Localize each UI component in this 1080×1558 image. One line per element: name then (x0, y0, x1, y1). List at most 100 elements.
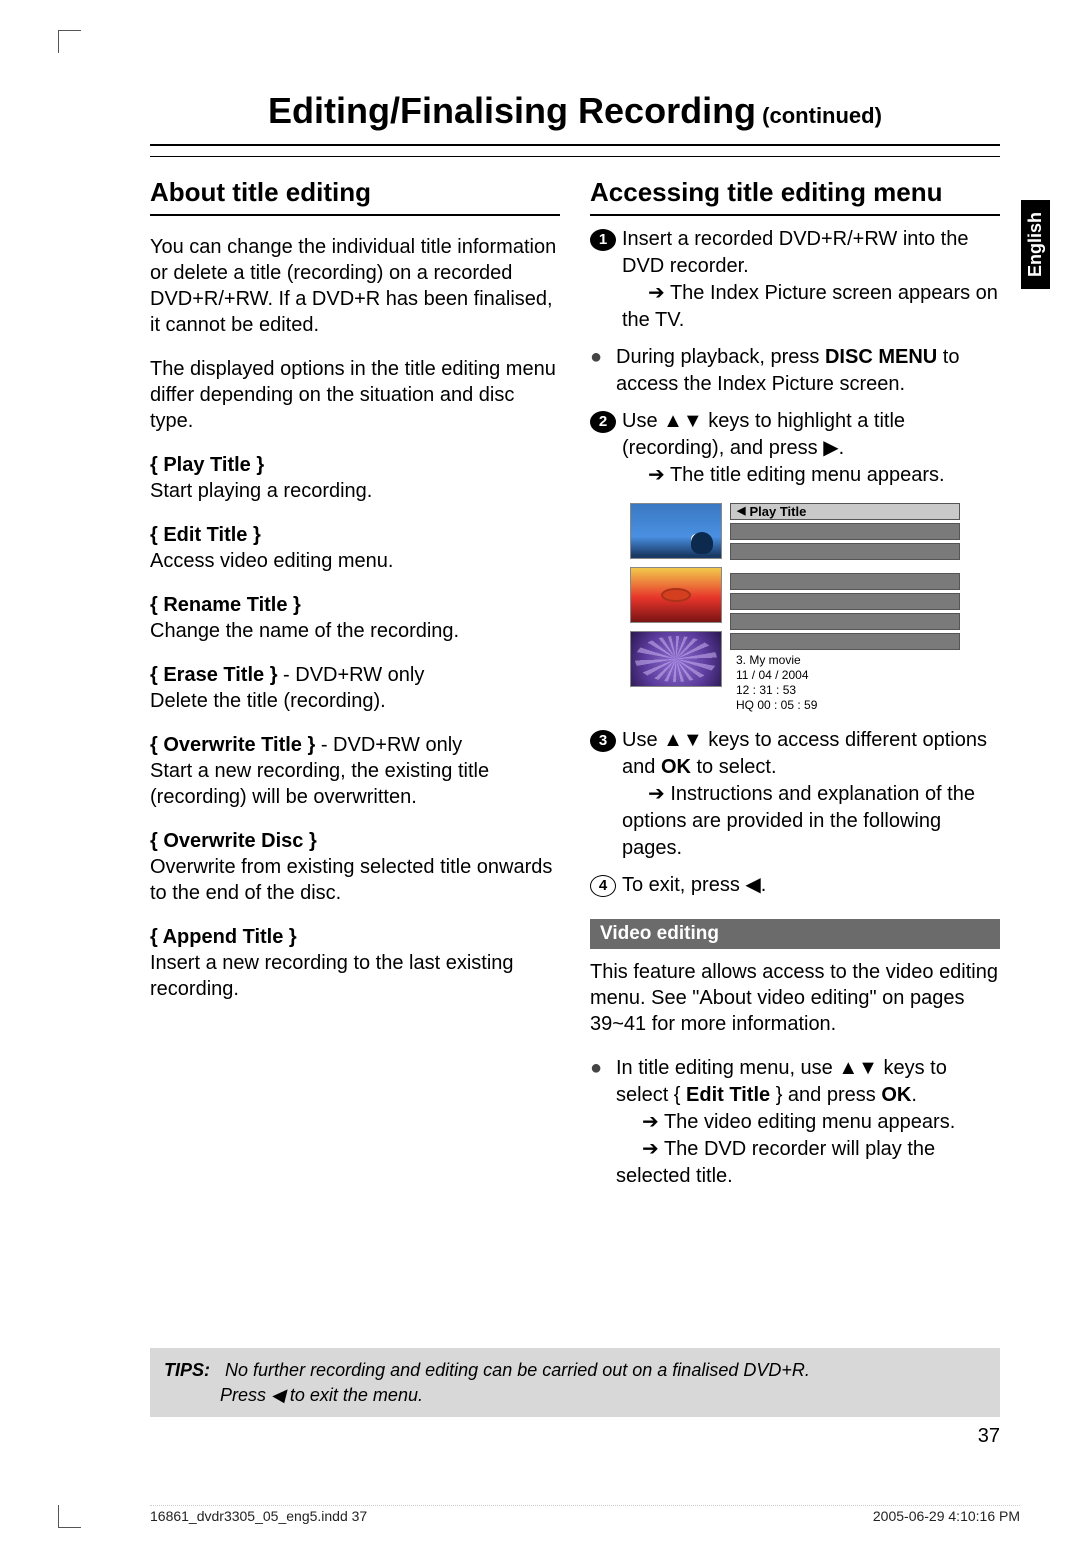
option-append-title-desc: Insert a new recording to the last exist… (150, 952, 514, 1000)
step-3-badge: 3 (590, 730, 616, 752)
about-para-2: The displayed options in the title editi… (150, 356, 560, 434)
ve-result-2: ➔ The DVD recorder will play the selecte… (616, 1138, 935, 1187)
option-erase-title-label: { Erase Title } (150, 664, 277, 686)
thumbnail-2 (630, 567, 722, 623)
option-play-title-label: { Play Title } (150, 454, 264, 476)
step-1-result-text: The Index Picture screen appears on the … (622, 282, 998, 331)
page-title-continued: (continued) (756, 103, 882, 128)
title-menu-diagram: ◀ Play Title 3. My movie 11 / 04 / 2004 … (630, 503, 960, 713)
column-right: Accessing title editing menu 1 Insert a … (590, 157, 1000, 1198)
step-3-result: ➔ Instructions and explanation of the op… (622, 783, 975, 859)
step-1: 1 Insert a recorded DVD+R/+RW into the D… (590, 226, 1000, 334)
ve-result-1: ➔ The video editing menu appears. (616, 1111, 955, 1133)
option-append-title-label: { Append Title } (150, 926, 297, 948)
option-edit-title: { Edit Title } Access video editing menu… (150, 522, 560, 574)
meta-date: 11 / 04 / 2004 (736, 668, 960, 683)
page-title: Editing/Finalising Recording (continued) (150, 90, 1000, 132)
bullet-icon: ● (590, 1055, 616, 1082)
bullet-icon: ● (590, 344, 616, 371)
option-overwrite-disc: { Overwrite Disc } Overwrite from existi… (150, 828, 560, 906)
step-1-note: ● During playback, press DISC MENU to ac… (590, 344, 1000, 398)
video-editing-heading: Video editing (590, 919, 1000, 949)
meta-time: 12 : 31 : 53 (736, 683, 960, 698)
page-number: 37 (150, 1425, 1000, 1448)
option-erase-title-desc: Delete the title (recording). (150, 690, 386, 712)
section-about-title-editing: About title editing (150, 177, 560, 216)
step-1-note-bold: DISC MENU (825, 346, 937, 368)
option-rename-title-label: { Rename Title } (150, 594, 301, 616)
menu-row-7 (730, 633, 960, 650)
tips-line-2: Press ◀ to exit the menu. (220, 1385, 423, 1405)
step-3-post: to select. (691, 756, 777, 778)
option-play-title-desc: Start playing a recording. (150, 480, 372, 502)
footer-filename: 16861_dvdr3305_05_eng5.indd 37 (150, 1508, 367, 1524)
section-accessing-menu: Accessing title editing menu (590, 177, 1000, 216)
step-1-note-pre: During playback, press (616, 346, 825, 368)
video-editing-step: ● In title editing menu, use ▲▼ keys to … (590, 1055, 1000, 1190)
ve-b1: Edit Title (686, 1084, 770, 1106)
step-2-text: Use ▲▼ keys to highlight a title (record… (622, 410, 905, 459)
ve-result-2-text: The DVD recorder will play the selected … (616, 1138, 935, 1187)
option-edit-title-desc: Access video editing menu. (150, 550, 393, 572)
step-2-badge: 2 (590, 411, 616, 433)
menu-row-5 (730, 593, 960, 610)
ve-mid: } and press (770, 1084, 881, 1106)
option-erase-title-suffix: - DVD+RW only (277, 664, 424, 686)
option-erase-title: { Erase Title } - DVD+RW only Delete the… (150, 662, 560, 714)
step-2-result-text: The title editing menu appears. (670, 464, 945, 486)
manual-page: English Editing/Finalising Recording (co… (0, 0, 1080, 1558)
step-4: 4 To exit, press ◀. (590, 872, 1000, 899)
step-4-badge: 4 (590, 875, 616, 897)
tips-box: TIPS: No further recording and editing c… (150, 1348, 1000, 1417)
option-overwrite-disc-desc: Overwrite from existing selected title o… (150, 856, 552, 904)
option-overwrite-title-suffix: - DVD+RW only (315, 734, 462, 756)
option-rename-title: { Rename Title } Change the name of the … (150, 592, 560, 644)
menu-row-4 (730, 573, 960, 590)
ve-b2: OK (881, 1084, 911, 1106)
tips-line-1: No further recording and editing can be … (225, 1360, 810, 1380)
option-overwrite-disc-label: { Overwrite Disc } (150, 830, 317, 852)
title-rule (150, 144, 1000, 146)
option-overwrite-title-desc: Start a new recording, the existing titl… (150, 760, 489, 808)
step-4-text: To exit, press ◀. (622, 872, 766, 899)
thumbnail-strip (630, 503, 722, 713)
print-footer: 16861_dvdr3305_05_eng5.indd 37 2005-06-2… (150, 1505, 1020, 1524)
menu-row-6 (730, 613, 960, 630)
meta-quality: HQ 00 : 05 : 59 (736, 698, 960, 713)
menu-row-3 (730, 543, 960, 560)
step-1-text: Insert a recorded DVD+R/+RW into the DVD… (622, 228, 968, 277)
recording-meta: 3. My movie 11 / 04 / 2004 12 : 31 : 53 … (730, 653, 960, 713)
option-overwrite-title: { Overwrite Title } - DVD+RW only Start … (150, 732, 560, 810)
footer-timestamp: 2005-06-29 4:10:16 PM (873, 1508, 1020, 1524)
option-play-title: { Play Title } Start playing a recording… (150, 452, 560, 504)
option-overwrite-title-label: { Overwrite Title } (150, 734, 315, 756)
step-3-result-text: Instructions and explanation of the opti… (622, 783, 975, 859)
step-1-result: ➔ The Index Picture screen appears on th… (622, 282, 998, 331)
thumbnail-3 (630, 631, 722, 687)
crop-mark-bottom (58, 1505, 81, 1528)
option-rename-title-desc: Change the name of the recording. (150, 620, 459, 642)
step-1-badge: 1 (590, 229, 616, 251)
thumbnail-1 (630, 503, 722, 559)
crop-mark-top (58, 30, 81, 53)
page-title-text: Editing/Finalising Recording (268, 90, 756, 131)
video-editing-desc: This feature allows access to the video … (590, 959, 1000, 1037)
step-2-result: ➔ The title editing menu appears. (622, 464, 945, 486)
step-3-bold: OK (661, 756, 691, 778)
language-tab: English (1021, 200, 1050, 289)
menu-row-play-title: ◀ Play Title (730, 503, 960, 520)
step-2: 2 Use ▲▼ keys to highlight a title (reco… (590, 408, 1000, 489)
option-append-title: { Append Title } Insert a new recording … (150, 924, 560, 1002)
menu-row-2 (730, 523, 960, 540)
step-3: 3 Use ▲▼ keys to access different option… (590, 727, 1000, 862)
column-left: About title editing You can change the i… (150, 157, 560, 1198)
ve-result-1-text: The video editing menu appears. (664, 1111, 955, 1133)
ve-post: . (911, 1084, 917, 1106)
about-para-1: You can change the individual title info… (150, 234, 560, 338)
option-edit-title-label: { Edit Title } (150, 524, 261, 546)
menu-column: ◀ Play Title 3. My movie 11 / 04 / 2004 … (730, 503, 960, 713)
left-pointer-icon: ◀ (737, 503, 745, 520)
tips-label: TIPS: (164, 1360, 210, 1380)
menu-row-play-title-label: Play Title (749, 503, 806, 520)
meta-title: 3. My movie (736, 653, 960, 668)
